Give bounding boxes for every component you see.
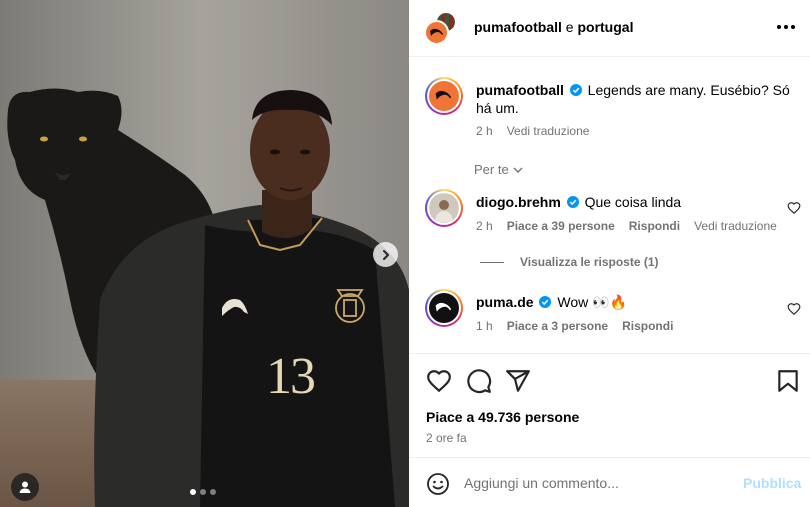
carousel-dot-2: [200, 489, 206, 495]
comment-2-like-icon[interactable]: [787, 302, 801, 316]
post-side-panel: pumafootball e portugal pumafootball Leg…: [409, 0, 810, 507]
share-icon[interactable]: [505, 368, 531, 394]
comment-input[interactable]: [464, 471, 734, 495]
post-media[interactable]: 13: [0, 0, 409, 507]
comment-1-reply-button[interactable]: Rispondi: [629, 219, 680, 233]
puma-logo-icon: [435, 90, 452, 100]
caption-avatar-inner: [427, 79, 461, 113]
comment-1-text-block: diogo.brehm Que coisa linda: [476, 193, 681, 211]
caption-age: 2 h: [476, 124, 493, 138]
more-icon-dot: [784, 25, 788, 29]
user-tag-icon: [19, 481, 31, 493]
comment-icon[interactable]: [466, 368, 492, 394]
comment-1-username[interactable]: diogo.brehm: [476, 194, 561, 210]
comment-1-avatar-pic: [429, 193, 459, 223]
pumafootball-avatar: [424, 20, 449, 45]
verified-icon: [539, 296, 552, 308]
header-connector: e: [565, 19, 574, 35]
heart-icon[interactable]: [426, 368, 452, 394]
chevron-right-icon: [382, 249, 389, 260]
comment-sort-dropdown[interactable]: Per te: [474, 162, 523, 177]
post-header: pumafootball e portugal: [409, 0, 810, 57]
like-count[interactable]: Piace a 49.736 persone: [426, 409, 579, 425]
comment-2-avatar-pic: [429, 293, 459, 323]
comment-2-text-block: puma.de Wow 👀🔥: [476, 293, 627, 311]
comment-1-like-icon[interactable]: [787, 201, 801, 215]
post-photo: [0, 0, 409, 507]
verified-icon: [569, 84, 582, 96]
jersey-number-text: 13: [266, 348, 316, 405]
post-timestamp[interactable]: 2 ore fa: [426, 431, 467, 445]
profile-photo-icon: [430, 194, 458, 222]
user-tags-button[interactable]: [11, 473, 39, 501]
comment-composer: Pubblica: [409, 457, 810, 507]
comment-2-age: 1 h: [476, 319, 493, 333]
post-actions-bar: Piace a 49.736 persone 2 ore fa: [409, 353, 810, 457]
view-replies-label: Visualizza le risposte (1): [520, 255, 659, 269]
comment-1-age: 2 h: [476, 219, 493, 233]
comment-1-text: Que coisa linda: [584, 194, 682, 210]
carousel-next-button[interactable]: [373, 242, 398, 267]
replies-line: [480, 261, 504, 263]
view-replies-button[interactable]: Visualizza le risposte (1): [480, 255, 659, 269]
more-icon: [777, 25, 781, 29]
caption-avatar[interactable]: [425, 77, 463, 115]
comment-2-likes[interactable]: Piace a 3 persone: [507, 319, 608, 333]
chevron-down-icon: [513, 167, 523, 173]
more-options-button[interactable]: [774, 17, 798, 37]
carousel-dot-1: [190, 489, 196, 495]
header-username[interactable]: pumafootball: [474, 19, 562, 35]
caption-avatar-pic: [429, 81, 459, 111]
puma-logo-icon: [435, 302, 452, 312]
comment-1-avatar[interactable]: [425, 189, 463, 227]
comment-sort-label: Per te: [474, 162, 509, 177]
comment-1-likes[interactable]: Piace a 39 persone: [507, 219, 615, 233]
verified-icon: [566, 196, 579, 208]
comment-2-meta: 1 h Piace a 3 persone Rispondi: [476, 319, 673, 333]
bookmark-icon[interactable]: [775, 368, 801, 394]
emoji-icon[interactable]: [426, 472, 450, 496]
comment-2-reply-button[interactable]: Rispondi: [622, 319, 673, 333]
comment-2-avatar-inner: [427, 291, 461, 325]
carousel-dot-3: [210, 489, 216, 495]
comment-2-username[interactable]: puma.de: [476, 294, 534, 310]
comment-1-translate-link[interactable]: Vedi traduzione: [694, 219, 777, 233]
carousel-indicator: [190, 489, 216, 495]
collab-avatars[interactable]: [424, 11, 464, 45]
caption-text-block: pumafootball Legends are many. Eusébio? …: [476, 81, 796, 117]
publish-button[interactable]: Pubblica: [743, 475, 801, 491]
more-icon-dot: [791, 25, 795, 29]
comment-1-meta: 2 h Piace a 39 persone Rispondi Vedi tra…: [476, 219, 777, 233]
comment-1-avatar-inner: [427, 191, 461, 225]
caption-translate-link[interactable]: Vedi traduzione: [507, 124, 590, 138]
comment-2-avatar[interactable]: [425, 289, 463, 327]
comment-2-text: Wow 👀🔥: [557, 294, 627, 310]
puma-logo-icon: [429, 28, 443, 36]
caption-meta: 2 h Vedi traduzione: [476, 124, 589, 138]
caption-username[interactable]: pumafootball: [476, 82, 564, 98]
header-collaborator[interactable]: portugal: [577, 19, 633, 35]
post-header-title: pumafootball e portugal: [474, 19, 633, 35]
comments-section: pumafootball Legends are many. Eusébio? …: [409, 58, 810, 353]
